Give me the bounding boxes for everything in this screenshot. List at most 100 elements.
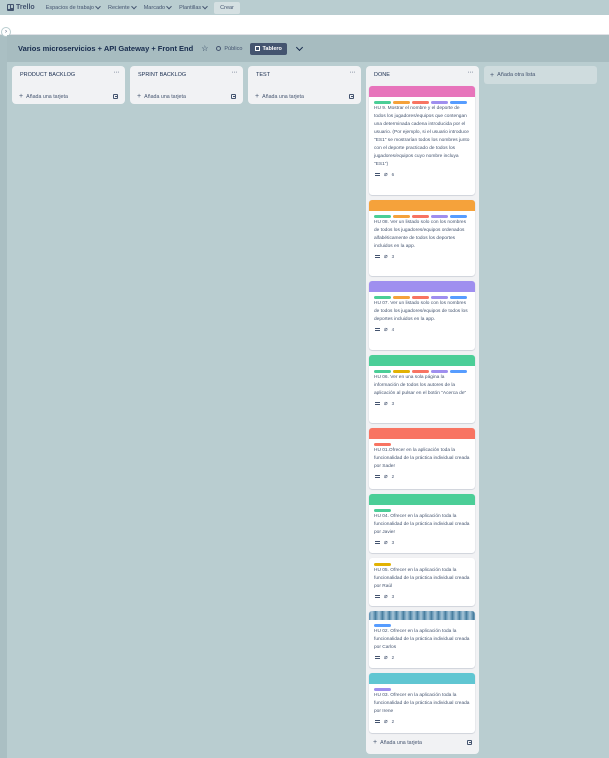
- card-template-icon[interactable]: [349, 94, 354, 99]
- description-icon: [375, 328, 380, 331]
- nav-templates-label: Plantillas: [179, 4, 202, 11]
- chevron-down-icon: [95, 3, 101, 9]
- top-navigation-bar: Trello Espacios de trabajo Reciente Marc…: [0, 0, 609, 15]
- description-icon: [375, 402, 380, 405]
- list-test: TEST ··· + Añada una tarjeta: [248, 66, 361, 104]
- list-menu-icon[interactable]: ···: [468, 69, 474, 76]
- card-cover: [369, 428, 475, 439]
- add-card-label: Añada una tarjeta: [26, 93, 68, 100]
- card-badges: ⌀ 2: [369, 471, 475, 484]
- attachment-count: 3: [391, 594, 395, 599]
- card-labels: [369, 505, 475, 512]
- card-title: HU 04. Ofrecer en la aplicación toda la …: [374, 514, 470, 535]
- card[interactable]: HU 07. Ver un listado solo con los nombr…: [369, 281, 475, 350]
- create-button[interactable]: Crear: [214, 1, 240, 14]
- card-labels: [369, 366, 475, 373]
- card-label-yellow[interactable]: [374, 563, 391, 566]
- card-title: HU 03. Ofrecer en la aplicación toda la …: [374, 693, 470, 714]
- add-card-button[interactable]: + Añada una tarjeta: [373, 739, 422, 746]
- card-cover: [369, 494, 475, 505]
- add-card-button[interactable]: + Añada una tarjeta: [255, 93, 304, 100]
- card-label-purple[interactable]: [431, 370, 448, 373]
- card-label-blue[interactable]: [374, 624, 391, 627]
- card-title: HU 08. Ver un listado solo con los nombr…: [374, 220, 466, 249]
- card-badges: ⌀ 2: [369, 652, 475, 665]
- card-label-purple[interactable]: [374, 688, 391, 691]
- board-canvas: [7, 35, 609, 758]
- card-label-blue[interactable]: [450, 101, 467, 104]
- list-sprint-backlog: SPRINT BACKLOG ··· + Añada una tarjeta: [130, 66, 243, 104]
- card[interactable]: HU 06. Ver en una sola página la informa…: [369, 355, 475, 423]
- card[interactable]: HU 03. Ofrecer en la aplicación toda la …: [369, 673, 475, 733]
- card-label-red[interactable]: [412, 296, 429, 299]
- description-icon: [375, 541, 380, 544]
- card-label-green[interactable]: [374, 509, 391, 512]
- nav-recent-label: Reciente: [108, 4, 130, 11]
- attachment-count: 2: [391, 719, 395, 724]
- attachment-icon: ⌀: [384, 401, 388, 407]
- card-template-icon[interactable]: [231, 94, 236, 99]
- nav-templates[interactable]: Plantillas: [178, 3, 208, 11]
- description-icon: [375, 656, 380, 659]
- nav-recent[interactable]: Reciente: [107, 3, 137, 11]
- board-view-button[interactable]: Tablero: [250, 42, 287, 55]
- chevron-down-icon[interactable]: [295, 43, 303, 51]
- card-label-orange[interactable]: [393, 101, 410, 104]
- card-label-purple[interactable]: [431, 101, 448, 104]
- nav-workspaces-label: Espacios de trabajo: [45, 4, 94, 11]
- card-label-blue[interactable]: [450, 215, 467, 218]
- card-label-red[interactable]: [412, 370, 429, 373]
- card-label-purple[interactable]: [431, 215, 448, 218]
- attachment-count: 3: [391, 540, 395, 545]
- list-title[interactable]: SPRINT BACKLOG: [138, 72, 186, 78]
- add-card-label: Añada una tarjeta: [144, 93, 186, 100]
- card[interactable]: HU 02. Ofrecer en la aplicación toda la …: [369, 611, 475, 668]
- board-view-label: Tablero: [262, 45, 282, 52]
- add-list-button[interactable]: + Añada otra lista: [484, 66, 597, 84]
- announcement-strip: [0, 15, 609, 35]
- card[interactable]: HU 05. Ofrecer en la aplicación toda la …: [369, 558, 475, 606]
- list-menu-icon[interactable]: ···: [350, 69, 356, 76]
- list-title[interactable]: PRODUCT BACKLOG: [20, 72, 75, 78]
- card-label-red[interactable]: [412, 215, 429, 218]
- list-menu-icon[interactable]: ···: [114, 69, 120, 76]
- plus-icon: +: [490, 71, 495, 79]
- attachment-count: 3: [391, 254, 395, 259]
- card-label-green[interactable]: [374, 296, 391, 299]
- card-label-red[interactable]: [374, 443, 391, 446]
- nav-workspaces[interactable]: Espacios de trabajo: [45, 3, 101, 11]
- card-label-orange[interactable]: [393, 296, 410, 299]
- trello-logo[interactable]: Trello: [7, 4, 35, 11]
- card-cover: [369, 200, 475, 211]
- add-card-label: Añada una tarjeta: [262, 93, 304, 100]
- card-template-icon[interactable]: [113, 94, 118, 99]
- card[interactable]: HU 08. Ver un listado solo con los nombr…: [369, 200, 475, 276]
- list-title[interactable]: TEST: [256, 72, 270, 78]
- card-label-yellow[interactable]: [393, 370, 410, 373]
- card-label-purple[interactable]: [431, 296, 448, 299]
- list-title[interactable]: DONE: [374, 72, 390, 78]
- card-label-blue[interactable]: [450, 296, 467, 299]
- card-label-green[interactable]: [374, 215, 391, 218]
- card[interactable]: HU 9. Mostrar el nombre y el deporte de …: [369, 86, 475, 195]
- card-label-green[interactable]: [374, 101, 391, 104]
- card[interactable]: HU 01.Ofrecer en la aplicación toda la f…: [369, 428, 475, 489]
- card-template-icon[interactable]: [467, 740, 472, 745]
- attachment-icon: ⌀: [384, 655, 388, 661]
- add-card-button[interactable]: + Añada una tarjeta: [137, 93, 186, 100]
- plus-icon: +: [255, 93, 260, 100]
- list-menu-icon[interactable]: ···: [232, 69, 238, 76]
- star-icon[interactable]: ☆: [201, 44, 208, 53]
- card[interactable]: HU 04. Ofrecer en la aplicación toda la …: [369, 494, 475, 553]
- visibility-button[interactable]: Público: [216, 46, 242, 52]
- card-label-blue[interactable]: [450, 370, 467, 373]
- board-header: Varios microservicios + API Gateway + Fr…: [7, 35, 609, 62]
- card-label-red[interactable]: [412, 101, 429, 104]
- card-label-orange[interactable]: [393, 215, 410, 218]
- add-card-button[interactable]: + Añada una tarjeta: [19, 93, 68, 100]
- card-label-green[interactable]: [374, 370, 391, 373]
- workspace-sidebar-collapsed[interactable]: [0, 35, 7, 758]
- board-title[interactable]: Varios microservicios + API Gateway + Fr…: [18, 44, 193, 53]
- nav-starred[interactable]: Marcado: [143, 3, 172, 11]
- card-labels: [369, 439, 475, 446]
